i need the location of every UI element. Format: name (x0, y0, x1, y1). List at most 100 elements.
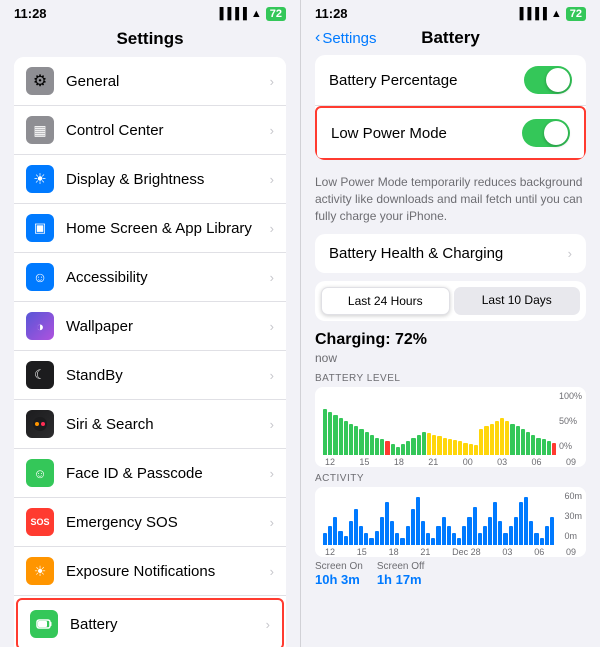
control-center-icon: ▦ (26, 116, 54, 144)
general-icon: ⚙ (26, 67, 54, 95)
act-time-06: 06 (534, 547, 544, 557)
chevron-icon: › (270, 270, 274, 285)
battery-bar (406, 441, 410, 456)
low-power-desc: Low Power Mode temporarily reduces backg… (301, 168, 600, 234)
act-time-03: 03 (502, 547, 512, 557)
time-18: 18 (394, 457, 404, 467)
chevron-icon: › (270, 221, 274, 236)
activity-bar (467, 517, 471, 546)
battery-bar (339, 418, 343, 456)
activity-bar (447, 526, 451, 545)
accessibility-icon: ☺ (26, 263, 54, 291)
battery-bar (432, 435, 436, 456)
sidebar-item-standby[interactable]: ☾ StandBy › (14, 351, 286, 400)
activity-bar (390, 521, 394, 545)
battery-level-chart-section: BATTERY LEVEL 100% 50% 0% 12 15 18 21 00… (315, 373, 586, 467)
general-label: General (66, 73, 270, 90)
act-pct-labels: 60m 30m 0m (564, 491, 582, 541)
activity-chart-label: ACTIVITY (315, 473, 586, 484)
settings-group-1: ⚙ General › ▦ Control Center › ☀ Display… (14, 57, 286, 647)
activity-bar (483, 526, 487, 545)
battery-bars-area (323, 393, 556, 455)
low-power-toggle[interactable] (522, 119, 570, 147)
display-label: Display & Brightness (66, 171, 270, 188)
battery-bar (443, 438, 447, 455)
chevron-icon: › (270, 172, 274, 187)
sidebar-item-emergency[interactable]: SOS Emergency SOS › (14, 498, 286, 547)
pct-50: 50% (559, 416, 582, 426)
battery-health-label: Battery Health & Charging (329, 245, 503, 262)
tab-10days[interactable]: Last 10 Days (454, 287, 581, 315)
battery-bar (380, 439, 384, 455)
activity-bar (364, 533, 368, 545)
battery-level-chart-label: BATTERY LEVEL (315, 373, 586, 384)
accessibility-label: Accessibility (66, 269, 270, 286)
sidebar-item-wallpaper[interactable]: ◑ Wallpaper › (14, 302, 286, 351)
activity-bar (328, 526, 332, 545)
battery-health-row[interactable]: Battery Health & Charging › (315, 234, 586, 273)
activity-chart-section: ACTIVITY 60m 30m 0m 12 15 18 21 Dec 28 0… (315, 473, 586, 557)
time-03: 03 (497, 457, 507, 467)
pct-0: 0% (559, 441, 582, 451)
battery-bar (437, 436, 441, 456)
battery-bar (505, 421, 509, 456)
battery-bar (328, 412, 332, 456)
charging-sub: now (315, 351, 337, 365)
battery-bar (542, 439, 546, 455)
battery-bar (484, 426, 488, 455)
back-button[interactable]: ‹ Settings (315, 29, 377, 47)
chevron-icon: › (270, 74, 274, 89)
sidebar-item-siri[interactable]: Siri & Search › (14, 400, 286, 449)
battery-bar (510, 424, 514, 456)
sidebar-item-face-id[interactable]: ☺ Face ID & Passcode › (14, 449, 286, 498)
face-id-label: Face ID & Passcode (66, 465, 270, 482)
charging-info: Charging: 72% now (301, 327, 600, 367)
sidebar-item-battery[interactable]: Battery › (16, 598, 284, 647)
sidebar-item-general[interactable]: ⚙ General › (14, 57, 286, 106)
activity-bar (406, 526, 410, 545)
time-labels: 12 15 18 21 00 03 06 09 (323, 457, 578, 467)
battery-toggles-section: Battery Percentage Low Power Mode (315, 55, 586, 160)
sidebar-item-control-center[interactable]: ▦ Control Center › (14, 106, 286, 155)
activity-bar (333, 517, 337, 546)
activity-bar (442, 517, 446, 546)
right-title: Battery (421, 28, 480, 48)
sidebar-item-exposure[interactable]: ☀ Exposure Notifications › (14, 547, 286, 596)
settings-list: ⚙ General › ▦ Control Center › ☀ Display… (0, 57, 300, 647)
battery-label: Battery (70, 616, 266, 633)
back-chevron-icon: ‹ (315, 29, 320, 47)
left-status-bar: 11:28 ▐▐▐▐ ▲ 72 (0, 0, 300, 25)
activity-bar (493, 502, 497, 545)
battery-percentage-toggle[interactable] (524, 66, 572, 94)
activity-bar (478, 533, 482, 545)
battery-bar (417, 435, 421, 455)
tab-24hours[interactable]: Last 24 Hours (321, 287, 450, 315)
face-id-icon: ☺ (26, 459, 54, 487)
battery-icon (30, 610, 58, 638)
display-icon: ☀ (26, 165, 54, 193)
tabs-container: Last 24 Hours Last 10 Days (315, 281, 586, 321)
sidebar-item-accessibility[interactable]: ☺ Accessibility › (14, 253, 286, 302)
sidebar-item-display[interactable]: ☀ Display & Brightness › (14, 155, 286, 204)
act-time-21: 21 (420, 547, 430, 557)
activity-bar (436, 526, 440, 545)
battery-bar (463, 443, 467, 456)
battery-health-chevron-icon: › (568, 246, 572, 261)
low-power-desc-text: Low Power Mode temporarily reduces backg… (315, 175, 582, 223)
sidebar-item-home-screen[interactable]: ▣ Home Screen & App Library › (14, 204, 286, 253)
screen-off-val: 1h 17m (377, 572, 425, 587)
left-time: 11:28 (14, 6, 47, 21)
battery-bar (391, 444, 395, 456)
home-screen-label: Home Screen & App Library (66, 220, 270, 237)
activity-bar (503, 533, 507, 545)
right-content: Battery Percentage Low Power Mode Low Po… (301, 55, 600, 647)
time-00: 00 (463, 457, 473, 467)
battery-bar (531, 435, 535, 455)
control-center-label: Control Center (66, 122, 270, 139)
act-30m: 30m (564, 511, 582, 521)
screen-on-label: Screen On (315, 561, 363, 572)
battery-bar (474, 445, 478, 455)
activity-bar (411, 509, 415, 545)
emergency-label: Emergency SOS (66, 514, 270, 531)
tab-24hours-label: Last 24 Hours (348, 294, 423, 308)
